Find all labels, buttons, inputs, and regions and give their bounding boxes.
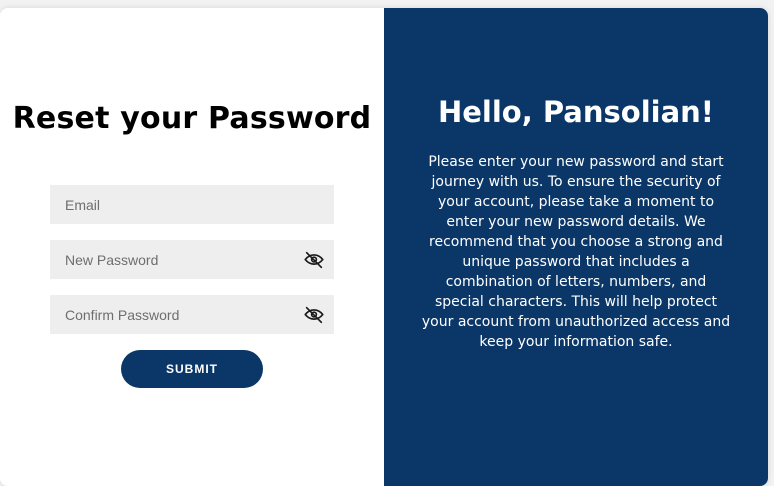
- confirm-password-field-wrapper: [50, 295, 334, 334]
- welcome-panel: Hello, Pansolian! Please enter your new …: [384, 8, 768, 486]
- reset-form-panel: Reset your Password Email SUBMIT: [0, 8, 384, 486]
- confirm-password-field[interactable]: [50, 295, 334, 334]
- reset-password-card: Reset your Password Email SUBMIT Hello, …: [0, 8, 768, 486]
- submit-button[interactable]: SUBMIT: [121, 350, 263, 388]
- page-title: Reset your Password: [12, 101, 372, 136]
- eye-slash-icon[interactable]: [303, 249, 325, 271]
- email-field-wrapper: [50, 185, 334, 224]
- new-password-field[interactable]: [50, 240, 334, 279]
- email-field[interactable]: [50, 185, 334, 224]
- welcome-description: Please enter your new password and start…: [421, 154, 731, 350]
- welcome-heading: Hello, Pansolian!: [437, 95, 715, 129]
- new-password-field-wrapper: [50, 240, 334, 279]
- eye-slash-icon[interactable]: [303, 304, 325, 326]
